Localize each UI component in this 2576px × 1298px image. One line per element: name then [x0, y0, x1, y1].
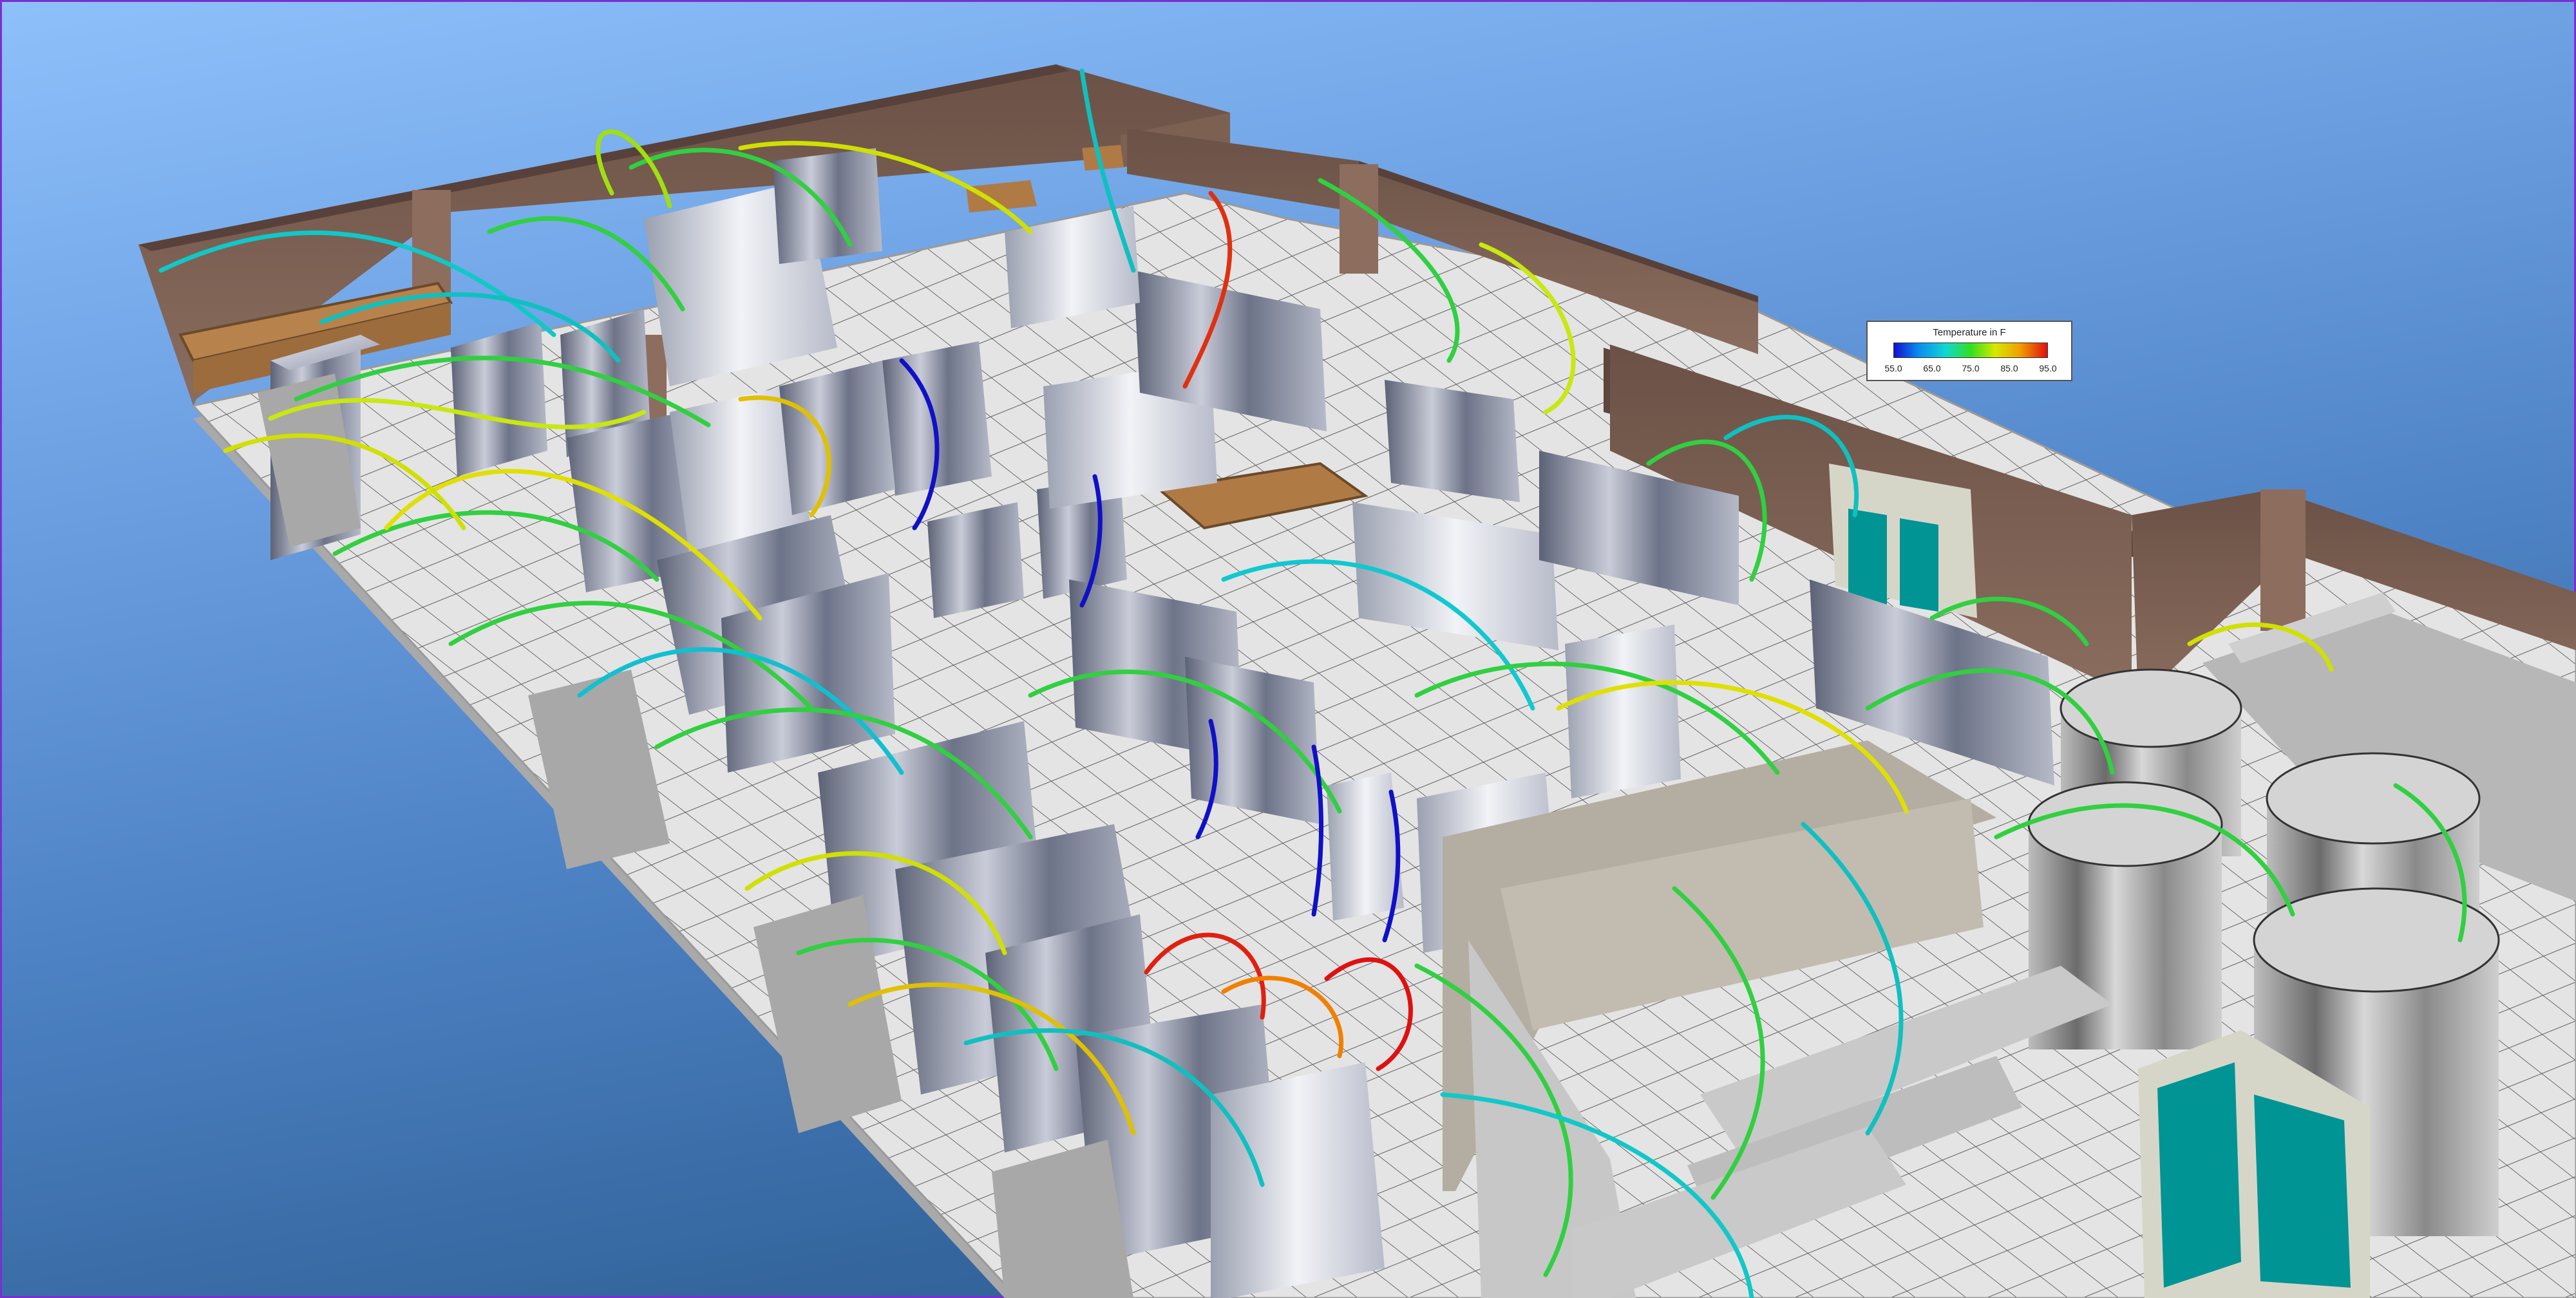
legend-tick: 65.0	[1923, 363, 1941, 373]
legend-title: Temperature in F	[1933, 327, 2006, 338]
legend-color-bar	[1893, 343, 2048, 358]
temperature-legend: Temperature in F 55.0 65.0 75.0 85.0 95.…	[1866, 321, 2072, 381]
legend-tick: 85.0	[2000, 363, 2018, 373]
legend-tick: 55.0	[1884, 363, 1902, 373]
legend-tick: 95.0	[2039, 363, 2057, 373]
data-center-model[interactable]	[0, 0, 2576, 1298]
viewport[interactable]: Temperature in F 55.0 65.0 75.0 85.0 95.…	[0, 0, 2576, 1298]
legend-tick: 75.0	[1962, 363, 1980, 373]
